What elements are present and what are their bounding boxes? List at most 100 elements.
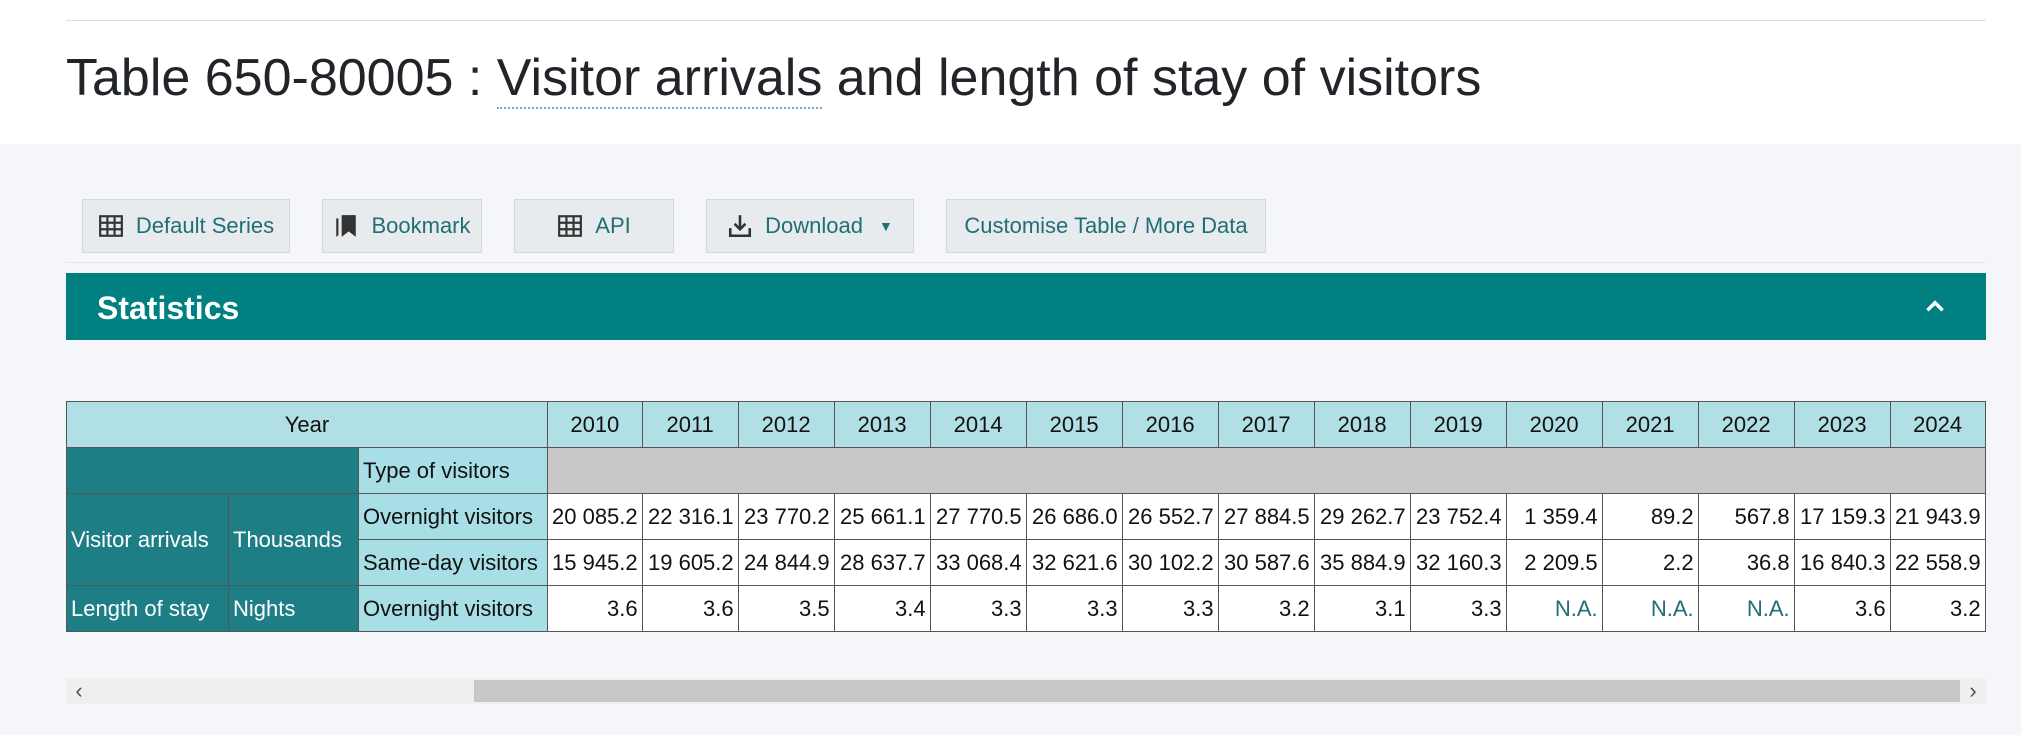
year-cell: 2019: [1409, 401, 1507, 448]
value-cell: 27 884.5: [1217, 493, 1315, 540]
year-cell: 2015: [1025, 401, 1123, 448]
value-cell: 3.6: [641, 585, 739, 632]
year-cell: 2022: [1697, 401, 1795, 448]
table-row: Visitor arrivals Thousands Overnight vis…: [66, 493, 1986, 586]
year-cell: 2018: [1313, 401, 1411, 448]
table-row: Length of stay Nights Overnight visitors…: [66, 585, 1986, 632]
scroll-right-icon[interactable]: ›: [1960, 678, 1986, 704]
value-cell: 28 637.7: [833, 539, 931, 586]
grey-filler-cell: [547, 447, 1986, 494]
value-cell-na[interactable]: N.A.: [1505, 585, 1603, 632]
caret-down-icon: ▼: [878, 218, 893, 234]
value-cell: 22 558.9: [1889, 539, 1986, 586]
year-cell: 2012: [737, 401, 835, 448]
unit-label-nights: Nights: [228, 585, 359, 632]
page-title: Table 650-80005 : Visitor arrivals and l…: [66, 46, 1481, 110]
value-cell: 3.6: [547, 585, 643, 632]
api-button[interactable]: API: [514, 199, 674, 253]
default-series-button[interactable]: Default Series: [82, 199, 290, 253]
value-cell: 32 160.3: [1409, 539, 1507, 586]
type-header-row: Type of visitors: [66, 447, 1986, 494]
value-cell: 3.3: [1121, 585, 1219, 632]
year-cell: 2021: [1601, 401, 1699, 448]
group-label-visitor-arrivals: Visitor arrivals: [66, 493, 229, 586]
row-label: Overnight visitors: [358, 585, 548, 632]
top-divider: [66, 20, 1986, 21]
toolbar-divider: [66, 262, 1986, 263]
year-cell: 2011: [641, 401, 739, 448]
value-cell: 2.2: [1601, 539, 1699, 586]
scrollbar-thumb[interactable]: [474, 680, 1960, 702]
value-cell: 3.3: [929, 585, 1027, 632]
row-label: Overnight visitors: [358, 493, 548, 540]
value-cell: 36.8: [1697, 539, 1795, 586]
statistics-table: Year 2010 2011 2012 2013 2014 2015 2016 …: [66, 401, 1986, 632]
year-cell: 2016: [1121, 401, 1219, 448]
table-grid-icon: [558, 215, 583, 237]
value-cell: 567.8: [1697, 493, 1795, 540]
value-cell: 3.5: [737, 585, 835, 632]
customise-table-label: Customise Table / More Data: [964, 213, 1248, 238]
default-series-label: Default Series: [135, 213, 275, 238]
value-cell: 24 844.9: [737, 539, 835, 586]
value-cell: 3.4: [833, 585, 931, 632]
download-label: Download: [765, 213, 863, 238]
bookmark-button[interactable]: Bookmark: [322, 199, 482, 253]
type-of-visitors-header: Type of visitors: [358, 447, 548, 494]
statistics-panel-header[interactable]: Statistics: [66, 273, 1986, 340]
chevron-up-icon[interactable]: [1922, 293, 1948, 319]
api-label: API: [595, 213, 631, 238]
value-cell: 26 686.0: [1025, 493, 1123, 540]
year-cell: 2024: [1889, 401, 1986, 448]
blank-header-cell: [66, 447, 359, 494]
year-cell: 2013: [833, 401, 931, 448]
value-cell: 25 661.1: [833, 493, 931, 540]
title-prefix: Table 650-80005 :: [66, 49, 497, 107]
value-cell-na[interactable]: N.A.: [1601, 585, 1699, 632]
value-cell: 21 943.9: [1889, 493, 1986, 540]
value-cell: 3.1: [1313, 585, 1411, 632]
year-cell: 2010: [547, 401, 643, 448]
row-label: Same-day visitors: [358, 539, 548, 586]
unit-label-thousands: Thousands: [228, 493, 359, 586]
value-cell: 26 552.7: [1121, 493, 1219, 540]
year-cell: 2023: [1793, 401, 1891, 448]
value-cell: 33 068.4: [929, 539, 1027, 586]
scroll-left-icon[interactable]: ‹: [66, 678, 92, 704]
value-cell: 17 159.3: [1793, 493, 1891, 540]
year-header: Year: [66, 401, 548, 448]
year-header-row: Year 2010 2011 2012 2013 2014 2015 2016 …: [66, 401, 1986, 448]
group-label-length-of-stay: Length of stay: [66, 585, 229, 632]
year-cell: 2014: [929, 401, 1027, 448]
table-grid-icon: [98, 215, 123, 237]
value-cell-na[interactable]: N.A.: [1697, 585, 1795, 632]
value-cell: 30 102.2: [1121, 539, 1219, 586]
value-cell: 2 209.5: [1505, 539, 1603, 586]
value-cell: 35 884.9: [1313, 539, 1411, 586]
customise-table-button[interactable]: Customise Table / More Data: [946, 199, 1266, 253]
horizontal-scrollbar[interactable]: ‹ ›: [66, 678, 1986, 704]
year-cell: 2017: [1217, 401, 1315, 448]
bookmark-label: Bookmark: [371, 213, 471, 238]
value-cell: 27 770.5: [929, 493, 1027, 540]
value-cell: 15 945.2: [547, 539, 643, 586]
bookmark-icon: [336, 215, 357, 237]
download-icon: [729, 215, 752, 238]
title-term-link[interactable]: Visitor arrivals: [496, 49, 823, 109]
year-cell: 2020: [1505, 401, 1603, 448]
value-cell: 16 840.3: [1793, 539, 1891, 586]
title-suffix: and length of stay of visitors: [822, 49, 1482, 107]
value-cell: 23 752.4: [1409, 493, 1507, 540]
value-cell: 3.2: [1889, 585, 1986, 632]
download-button[interactable]: Download ▼: [706, 199, 914, 253]
value-cell: 20 085.2: [547, 493, 643, 540]
value-cell: 30 587.6: [1217, 539, 1315, 586]
value-cell: 3.6: [1793, 585, 1891, 632]
value-cell: 23 770.2: [737, 493, 835, 540]
value-cell: 19 605.2: [641, 539, 739, 586]
value-cell: 3.3: [1025, 585, 1123, 632]
value-cell: 29 262.7: [1313, 493, 1411, 540]
value-cell: 3.2: [1217, 585, 1315, 632]
value-cell: 32 621.6: [1025, 539, 1123, 586]
panel-title: Statistics: [97, 290, 240, 326]
